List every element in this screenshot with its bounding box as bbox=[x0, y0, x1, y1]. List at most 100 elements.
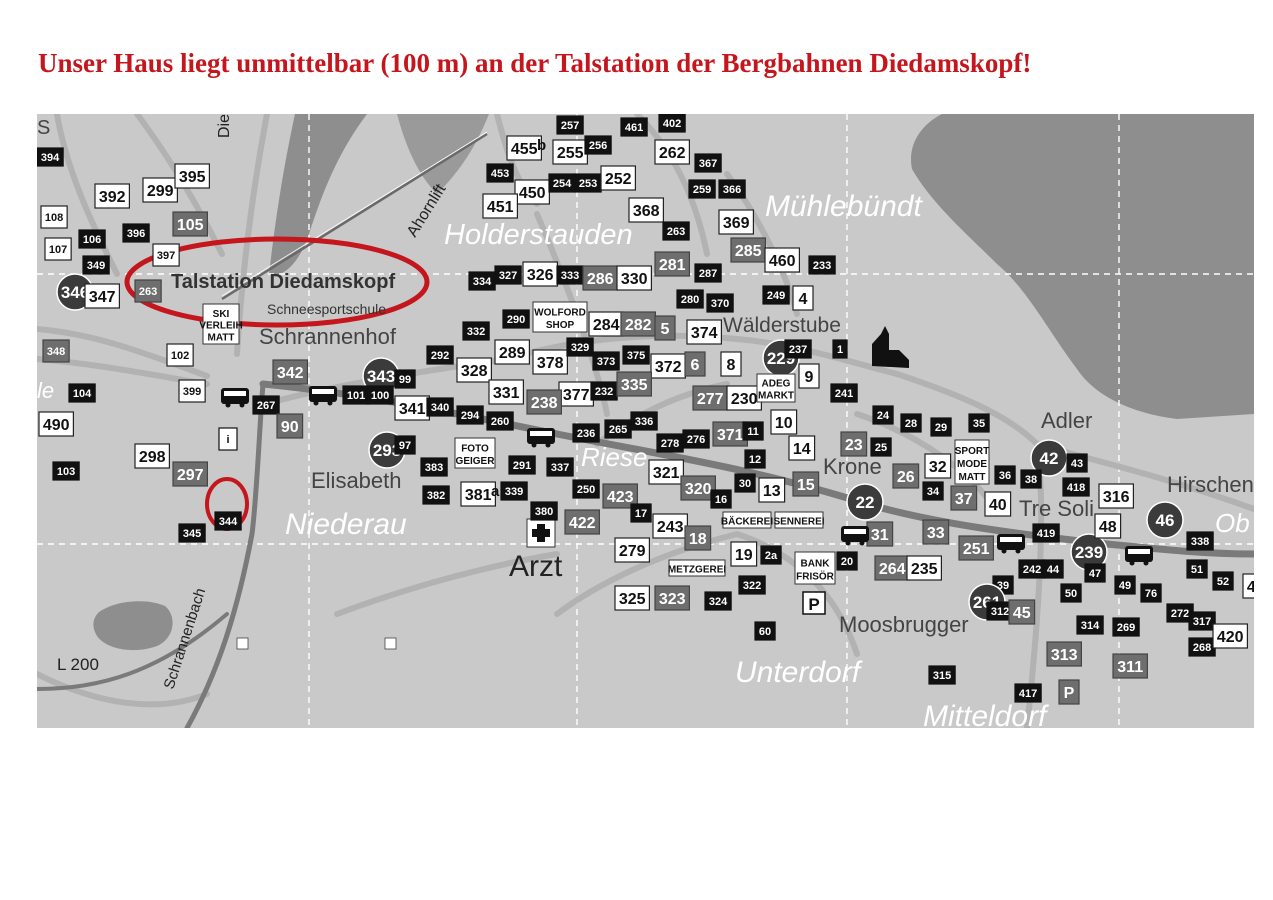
house-number-marker: 368 bbox=[628, 197, 665, 223]
svg-text:104: 104 bbox=[73, 388, 92, 400]
svg-text:366: 366 bbox=[723, 184, 741, 196]
church-icon bbox=[872, 326, 909, 368]
house-number-marker: 103 bbox=[52, 461, 80, 481]
house-number-marker: 97 bbox=[394, 435, 416, 455]
place-name: Mitteldorf bbox=[923, 700, 1049, 728]
svg-text:289: 289 bbox=[499, 345, 526, 362]
svg-text:280: 280 bbox=[681, 294, 699, 306]
house-number-marker: 331 bbox=[488, 379, 525, 405]
svg-text:23: 23 bbox=[845, 437, 863, 454]
svg-text:373: 373 bbox=[597, 356, 615, 368]
svg-text:28: 28 bbox=[905, 418, 917, 430]
svg-text:285: 285 bbox=[735, 243, 762, 260]
house-number-marker: 12 bbox=[744, 449, 766, 469]
bus-stop-icon bbox=[221, 388, 249, 408]
svg-text:8: 8 bbox=[727, 357, 736, 374]
place-name: Elisabeth bbox=[311, 468, 402, 493]
business-label: METZGEREI bbox=[668, 559, 726, 577]
svg-text:FOTO: FOTO bbox=[461, 444, 489, 455]
svg-text:47: 47 bbox=[1089, 568, 1101, 580]
svg-text:331: 331 bbox=[493, 385, 520, 402]
svg-text:MARKT: MARKT bbox=[758, 390, 794, 401]
svg-text:i: i bbox=[226, 434, 229, 446]
place-name: Mühlebündt bbox=[765, 190, 923, 223]
svg-text:4: 4 bbox=[799, 291, 808, 308]
svg-text:b: b bbox=[537, 137, 546, 154]
svg-text:260: 260 bbox=[491, 416, 509, 428]
place-name: Krone bbox=[823, 454, 882, 479]
house-number-marker: 250 bbox=[572, 479, 600, 499]
business-label: SENNEREI bbox=[773, 511, 825, 529]
svg-text:SKI: SKI bbox=[213, 309, 230, 320]
house-number-marker: 334 bbox=[468, 271, 496, 291]
house-number-marker: 341 bbox=[394, 395, 431, 421]
house-number-marker: 52 bbox=[1212, 571, 1234, 591]
house-number-marker: 333 bbox=[556, 265, 584, 285]
house-number-marker: 315 bbox=[928, 665, 956, 685]
house-number-marker: 236 bbox=[572, 423, 600, 443]
place-name: L 200 bbox=[57, 655, 99, 674]
house-number-marker: 47 bbox=[1084, 563, 1106, 583]
svg-text:278: 278 bbox=[661, 438, 679, 450]
svg-text:269: 269 bbox=[1117, 622, 1135, 634]
svg-text:328: 328 bbox=[461, 363, 488, 380]
svg-text:311: 311 bbox=[1117, 659, 1143, 676]
doctor-cross-icon bbox=[526, 518, 556, 548]
svg-text:97: 97 bbox=[399, 440, 411, 452]
house-number-marker: 402 bbox=[658, 114, 686, 133]
svg-text:17: 17 bbox=[635, 508, 647, 520]
svg-text:99: 99 bbox=[399, 374, 411, 386]
business-label: BÄCKEREI bbox=[721, 511, 773, 529]
svg-text:316: 316 bbox=[1103, 489, 1130, 506]
svg-text:374: 374 bbox=[691, 325, 718, 342]
place-name: Die bbox=[216, 114, 233, 138]
house-number-marker: 29 bbox=[930, 417, 952, 437]
house-number-marker: 34 bbox=[922, 481, 944, 501]
svg-text:370: 370 bbox=[711, 298, 729, 310]
house-number-marker: 276 bbox=[682, 429, 710, 449]
house-number-marker: 24 bbox=[872, 405, 894, 425]
svg-text:315: 315 bbox=[933, 670, 951, 682]
place-name: Niederau bbox=[285, 508, 407, 541]
house-number-marker: 252 bbox=[600, 165, 637, 191]
svg-text:265: 265 bbox=[609, 424, 627, 436]
house-number-marker: 297 bbox=[172, 461, 209, 487]
house-number-marker: 102 bbox=[166, 343, 194, 367]
svg-text:60: 60 bbox=[759, 626, 771, 638]
svg-text:320: 320 bbox=[685, 481, 712, 498]
house-number-marker: 298 bbox=[134, 443, 171, 469]
house-number-marker: 40 bbox=[984, 491, 1012, 517]
svg-text:101: 101 bbox=[347, 390, 365, 402]
house-number-marker: 16 bbox=[710, 489, 732, 509]
svg-text:418: 418 bbox=[1067, 482, 1085, 494]
svg-text:14: 14 bbox=[793, 441, 811, 458]
house-number-marker: 1 bbox=[832, 339, 848, 359]
house-number-marker: 371 bbox=[712, 421, 749, 447]
house-number-marker: 30 bbox=[734, 473, 756, 493]
svg-text:43: 43 bbox=[1071, 458, 1083, 470]
house-number-marker: 15 bbox=[792, 471, 820, 497]
svg-text:31: 31 bbox=[871, 527, 889, 544]
svg-text:262: 262 bbox=[659, 145, 686, 162]
house-number-marker: 49 bbox=[1114, 575, 1136, 595]
svg-text:52: 52 bbox=[1217, 576, 1229, 588]
house-number-marker: 329 bbox=[566, 337, 594, 357]
place-name: Unterdorf bbox=[735, 656, 863, 689]
place-name: Tre Soli bbox=[1019, 496, 1094, 521]
svg-text:460: 460 bbox=[769, 253, 796, 270]
house-number-marker: 25 bbox=[870, 437, 892, 457]
house-number-marker: 90 bbox=[276, 413, 304, 439]
house-number-marker: 348 bbox=[42, 339, 70, 363]
svg-text:324: 324 bbox=[709, 596, 728, 608]
marker-square bbox=[384, 637, 397, 650]
house-number-marker: 26 bbox=[892, 463, 920, 489]
house-number-marker: 383 bbox=[420, 457, 448, 477]
svg-text:344: 344 bbox=[219, 516, 238, 528]
place-name: S bbox=[37, 117, 50, 139]
svg-text:347: 347 bbox=[89, 289, 116, 306]
house-number-marker: 105 bbox=[172, 211, 209, 237]
svg-text:277: 277 bbox=[697, 391, 724, 408]
svg-text:255: 255 bbox=[557, 145, 584, 162]
house-number-marker: 326 bbox=[522, 261, 559, 287]
house-number-marker: 284 bbox=[588, 311, 625, 337]
